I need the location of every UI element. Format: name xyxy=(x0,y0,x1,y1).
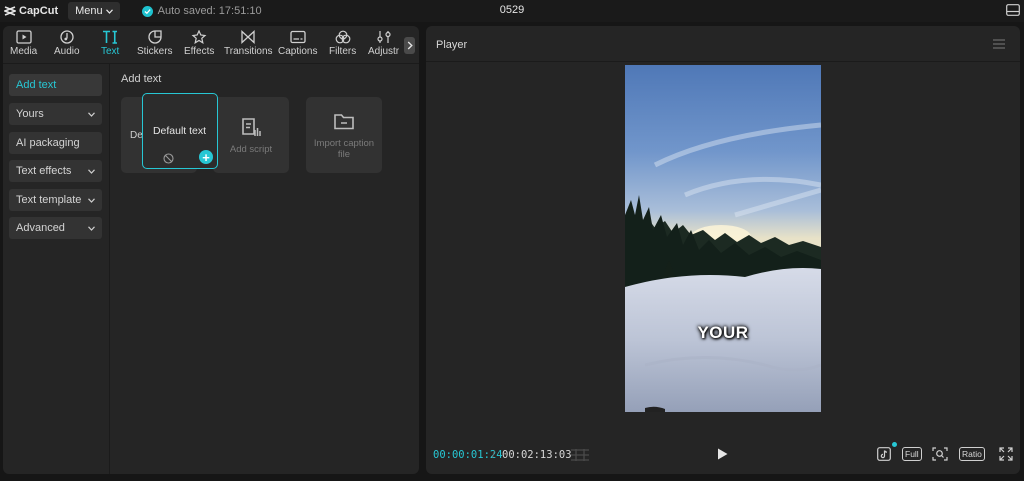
layout-icon[interactable] xyxy=(1006,4,1020,16)
add-script-card[interactable]: Add script xyxy=(213,97,289,173)
tab-stickers-label: Stickers xyxy=(137,46,173,57)
audio-icon xyxy=(60,30,74,44)
chevron-down-icon xyxy=(105,8,113,14)
nav-text-effects[interactable]: Text effects xyxy=(9,160,102,182)
auto-save-status: Auto saved: 17:51:10 xyxy=(141,5,262,17)
default-text-card-label: De xyxy=(130,130,143,141)
menu-button[interactable]: Menu xyxy=(68,2,120,20)
player-header: Player xyxy=(426,26,1020,62)
title-bar: CapCut Menu Auto saved: 17:51:10 0529 xyxy=(0,0,1024,22)
player-panel: Player YOUR 00:00:01:24 / 00:02:13:03 Fu… xyxy=(426,26,1020,474)
play-icon[interactable] xyxy=(717,448,728,460)
full-label: Full xyxy=(905,449,919,459)
add-text-content: Add text De Add script Import caption fi… xyxy=(110,64,419,474)
tab-audio[interactable]: Audio xyxy=(54,30,80,57)
left-panel: Media Audio Text Stickers Effects Transi… xyxy=(3,26,419,474)
capcut-logo-icon xyxy=(4,6,16,16)
tab-filters[interactable]: Filters xyxy=(329,30,356,57)
import-caption-label: Import caption file xyxy=(313,138,375,160)
tab-adjust-label: Adjustr xyxy=(368,46,400,57)
nav-text-template[interactable]: Text template xyxy=(9,189,102,211)
timeline-grid-icon[interactable] xyxy=(570,448,590,462)
tab-effects[interactable]: Effects xyxy=(184,30,214,57)
chevron-down-icon xyxy=(88,168,95,174)
nav-yours-label: Yours xyxy=(16,108,44,120)
auto-save-text: Auto saved: 17:51:10 xyxy=(157,5,262,17)
add-icon[interactable]: + xyxy=(199,150,213,164)
chevron-down-icon xyxy=(88,111,95,117)
add-script-label: Add script xyxy=(229,143,273,155)
script-icon xyxy=(242,117,261,136)
filters-icon xyxy=(335,30,351,44)
video-preview[interactable]: YOUR xyxy=(625,65,821,412)
player-title: Player xyxy=(436,39,468,51)
no-drop-icon xyxy=(163,153,174,164)
tab-stickers[interactable]: Stickers xyxy=(137,30,173,57)
tiktok-icon[interactable] xyxy=(877,447,891,461)
caption-overlay: YOUR xyxy=(697,323,749,342)
tab-adjust[interactable]: Adjustr xyxy=(368,30,399,57)
chevron-down-icon xyxy=(88,197,95,203)
media-icon xyxy=(15,30,32,44)
nav-ai-packaging[interactable]: AI packaging xyxy=(9,132,102,154)
nav-text-template-label: Text template xyxy=(16,194,82,206)
video-frame xyxy=(625,65,821,412)
menu-button-label: Menu xyxy=(75,5,103,17)
ratio-label: Ratio xyxy=(962,449,982,459)
tab-captions-label: Captions xyxy=(278,46,318,57)
tab-media-label: Media xyxy=(10,46,38,57)
tab-text-label: Text xyxy=(101,46,120,57)
import-caption-card[interactable]: Import caption file xyxy=(306,97,382,173)
nav-advanced-label: Advanced xyxy=(16,222,65,234)
folder-icon xyxy=(334,114,354,130)
ratio-button[interactable]: Ratio xyxy=(959,447,985,461)
chevron-down-icon xyxy=(88,225,95,231)
tab-effects-label: Effects xyxy=(184,46,215,57)
nav-advanced[interactable]: Advanced xyxy=(9,217,102,239)
captions-icon xyxy=(290,30,306,44)
default-text-drag-preview[interactable]: Default text + xyxy=(142,93,218,169)
text-side-nav: Add text Yours AI packaging Text effects… xyxy=(3,64,110,474)
sticker-icon xyxy=(148,30,162,44)
hamburger-menu-icon[interactable] xyxy=(993,39,1005,49)
notification-dot xyxy=(892,442,897,447)
player-controls: 00:00:01:24 / 00:02:13:03 Full Ratio xyxy=(426,436,1020,472)
app-name: CapCut xyxy=(19,5,59,17)
app-logo: CapCut xyxy=(4,5,58,17)
tab-filters-label: Filters xyxy=(329,46,357,57)
check-icon xyxy=(141,5,153,17)
time-separator: / xyxy=(492,449,495,461)
nav-add-text[interactable]: Add text xyxy=(9,74,102,96)
full-button[interactable]: Full xyxy=(902,447,922,461)
tab-media[interactable]: Media xyxy=(10,30,37,57)
section-title: Add text xyxy=(121,73,162,85)
tabs-scroll-right-button[interactable] xyxy=(404,37,415,54)
fullscreen-icon[interactable] xyxy=(999,447,1013,461)
zoom-icon[interactable] xyxy=(932,447,948,461)
nav-ai-packaging-label: AI packaging xyxy=(16,137,80,149)
tab-captions[interactable]: Captions xyxy=(278,30,317,57)
tab-transitions-label: Transitions xyxy=(224,46,273,57)
tab-text[interactable]: Text xyxy=(101,30,119,57)
tool-tabs: Media Audio Text Stickers Effects Transi… xyxy=(3,26,419,64)
tab-audio-label: Audio xyxy=(54,46,80,57)
transitions-icon xyxy=(241,30,255,44)
default-text-label: Default text xyxy=(152,125,207,137)
nav-text-effects-label: Text effects xyxy=(16,165,72,177)
nav-add-text-label: Add text xyxy=(16,79,57,91)
adjust-icon xyxy=(376,31,391,43)
tab-transitions[interactable]: Transitions xyxy=(224,30,273,57)
text-icon xyxy=(103,30,118,44)
effects-icon xyxy=(191,30,207,44)
nav-yours[interactable]: Yours xyxy=(9,103,102,125)
total-time: 00:02:13:03 xyxy=(502,449,572,461)
chevron-right-icon xyxy=(407,41,413,50)
